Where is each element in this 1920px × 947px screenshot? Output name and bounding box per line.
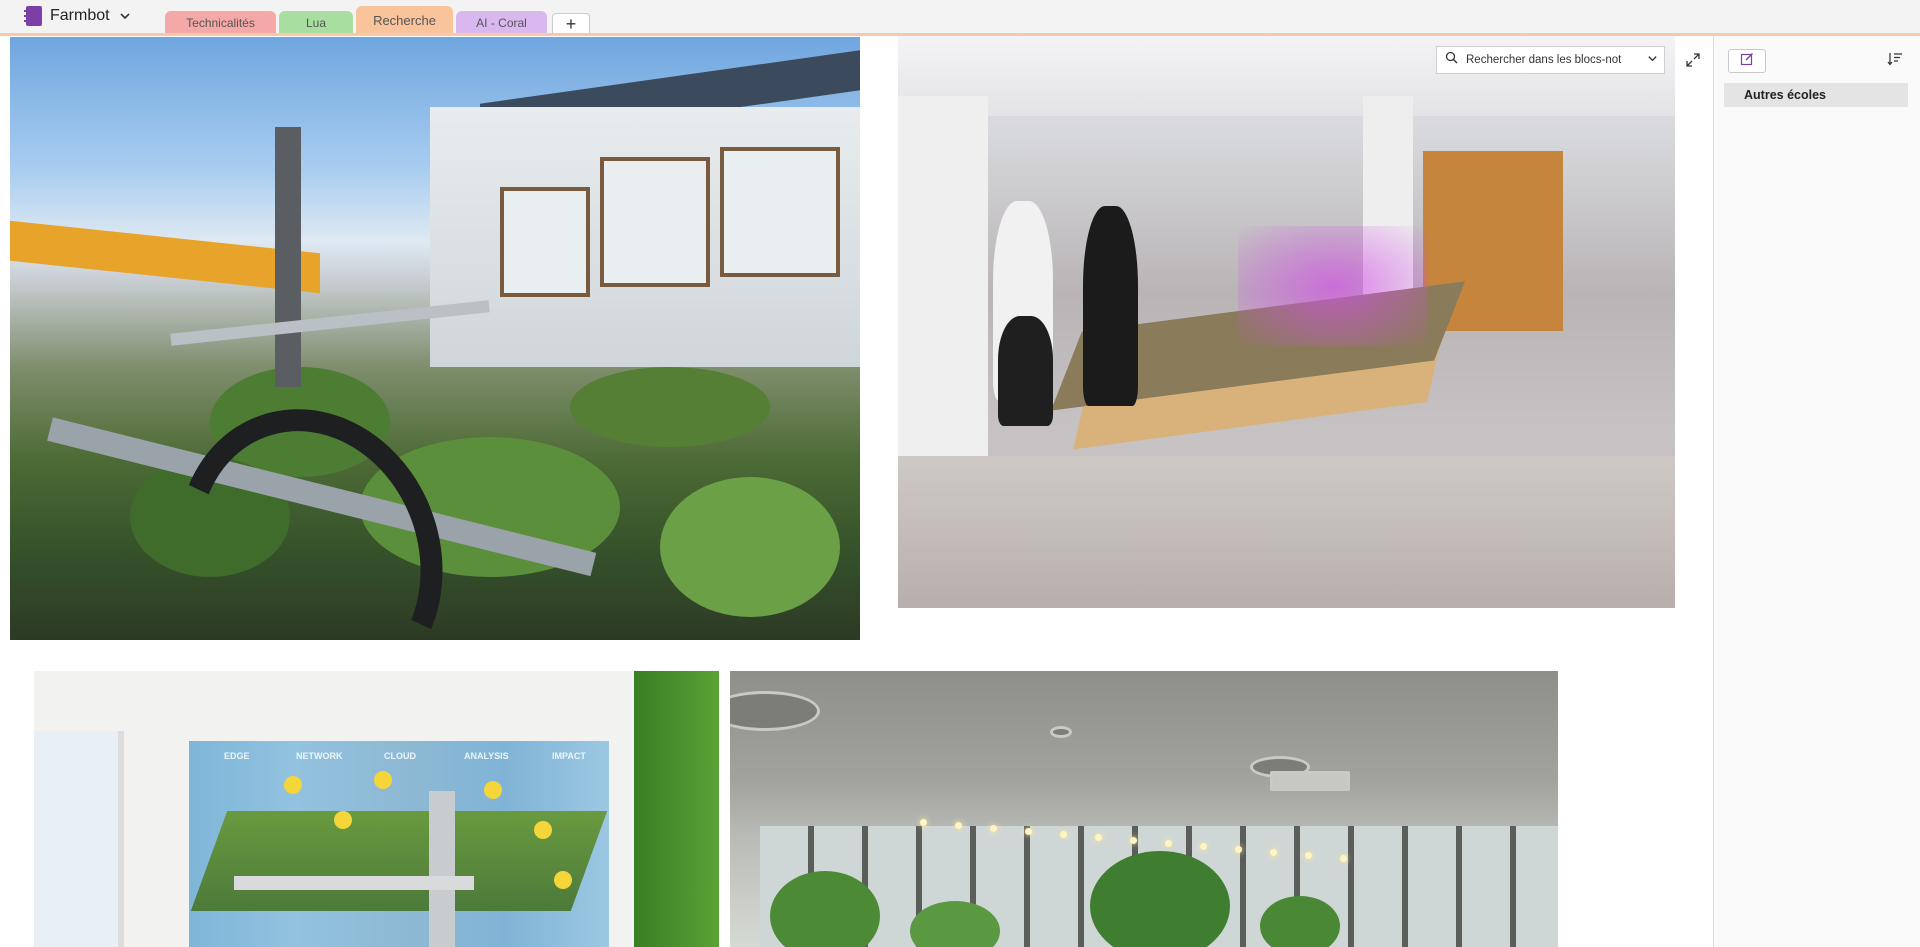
mural-label-impact: IMPACT: [552, 751, 586, 761]
notebook-title: Farmbot: [50, 7, 110, 24]
notebook-icon: [24, 6, 42, 26]
photo-rooftop-farmbot[interactable]: [10, 37, 860, 640]
tab-technicalites[interactable]: Technicalités: [165, 11, 276, 35]
page-canvas[interactable]: EDGE NETWORK CLOUD ANALYSIS IMPACT: [0, 36, 1713, 947]
photo-mural-farmbot[interactable]: EDGE NETWORK CLOUD ANALYSIS IMPACT: [34, 671, 719, 947]
tab-lua[interactable]: Lua: [279, 11, 353, 35]
photo-indoor-farmbot[interactable]: [898, 36, 1675, 608]
top-bar: Farmbot Technicalités Lua Recherche AI -…: [0, 0, 1920, 36]
section-tabs: Technicalités Lua Recherche AI - Coral +: [165, 6, 590, 35]
expand-icon[interactable]: [1683, 50, 1703, 70]
add-section-button[interactable]: +: [552, 13, 590, 35]
notebook-switcher[interactable]: Farmbot: [24, 4, 132, 28]
tab-recherche[interactable]: Recherche: [356, 6, 453, 35]
mural-label-cloud: CLOUD: [384, 751, 416, 761]
sort-pages-button[interactable]: [1883, 49, 1907, 73]
photo-atrium-greenhouse[interactable]: [730, 671, 1558, 947]
chevron-down-icon: [118, 9, 132, 23]
mural-label-analysis: ANALYSIS: [464, 751, 509, 761]
new-page-button[interactable]: [1728, 49, 1766, 73]
new-page-icon: [1740, 52, 1754, 71]
chevron-down-icon[interactable]: [1647, 51, 1658, 69]
sort-icon: [1887, 51, 1903, 72]
page-list-pane: Autres écoles: [1713, 36, 1920, 947]
page-item-autres-ecoles[interactable]: Autres écoles: [1724, 83, 1908, 107]
mural-label-edge: EDGE: [224, 751, 250, 761]
search-icon: [1445, 51, 1458, 69]
mural-label-network: NETWORK: [296, 751, 343, 761]
search-placeholder: Rechercher dans les blocs-not: [1466, 54, 1622, 66]
search-notebooks-input[interactable]: Rechercher dans les blocs-not: [1436, 46, 1665, 74]
tab-ai-coral[interactable]: AI - Coral: [456, 11, 547, 35]
